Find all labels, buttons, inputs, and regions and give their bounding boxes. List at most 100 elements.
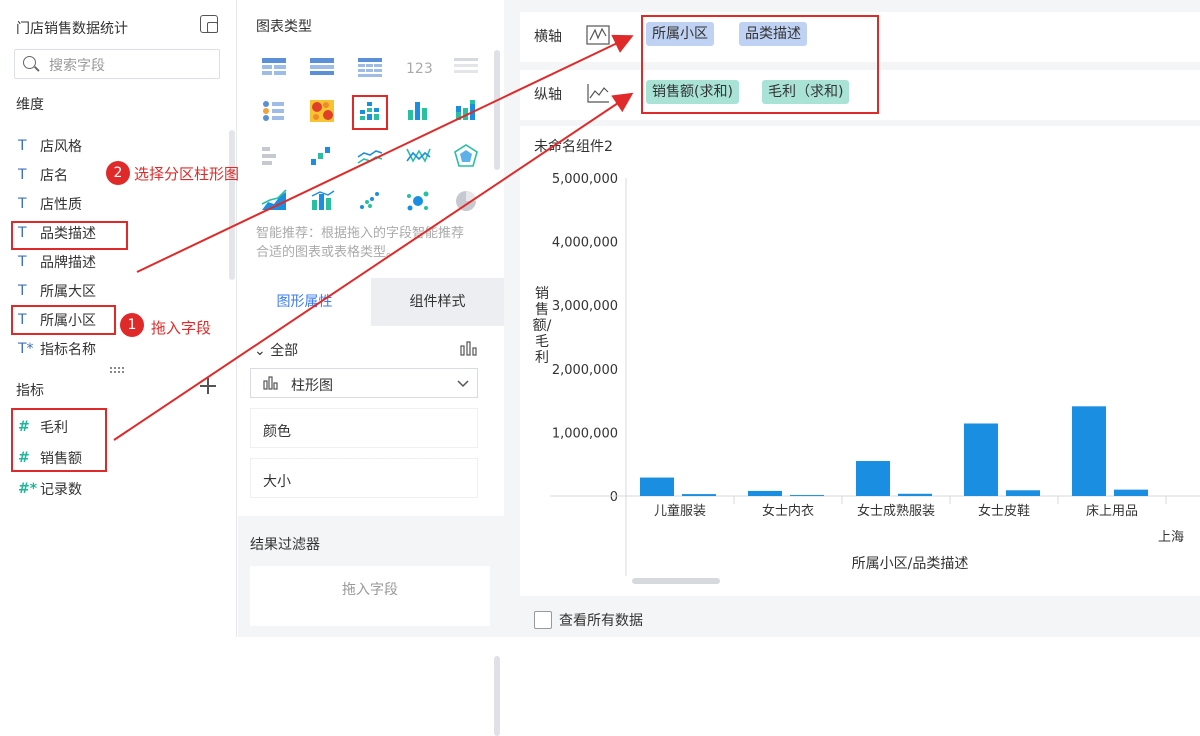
filter-drop-zone[interactable]: 拖入字段 xyxy=(250,566,490,626)
bar xyxy=(790,495,824,496)
grid-disabled-icon[interactable] xyxy=(452,54,480,80)
svg-text:123: 123 xyxy=(406,61,432,77)
x-tick-label: 女士成熟服装 xyxy=(857,503,935,519)
canvas-panel: 横轴 所属小区 品类描述 纵轴 销售额(求和) 毛利（求和) 未命名组件2 销售… xyxy=(504,0,1200,637)
add-measure-icon[interactable] xyxy=(200,378,216,394)
chevron-down-icon xyxy=(457,380,469,388)
y-tick-label: 4,000,000 xyxy=(552,236,618,251)
highlight-subregion xyxy=(11,305,116,335)
bubble-chart-icon[interactable] xyxy=(404,188,432,214)
measure-section-label: 指标 xyxy=(16,383,44,399)
highlight-measures xyxy=(11,408,107,472)
measure-field-record-count[interactable]: #* 记录数 xyxy=(18,478,82,500)
show-all-checkbox[interactable] xyxy=(534,611,552,629)
scrollbar[interactable] xyxy=(494,50,500,170)
text-type-icon: T xyxy=(18,196,27,212)
list-kpi-icon[interactable] xyxy=(260,98,288,124)
table-icon[interactable] xyxy=(260,54,288,80)
x-axis-icon xyxy=(586,25,610,45)
search-input[interactable]: 搜索字段 xyxy=(14,49,220,79)
bar xyxy=(640,477,674,496)
bar xyxy=(748,490,782,496)
property-tabs: 图形属性 组件样式 xyxy=(238,278,504,326)
number-type-icon: #* xyxy=(18,481,38,497)
tab-graph-properties[interactable]: 图形属性 xyxy=(238,278,371,326)
x-tick-label: 女士内衣 xyxy=(762,503,814,519)
dimension-field-store-type[interactable]: T 店性质 xyxy=(18,193,82,215)
y-tick-label: 0 xyxy=(610,490,618,505)
dataset-title: 门店销售数据统计 xyxy=(16,21,128,37)
chevron-down-icon: ⌄ xyxy=(254,343,271,359)
dimension-field-store-style[interactable]: T 店风格 xyxy=(18,135,82,157)
bar-chart-icon xyxy=(263,376,278,390)
step-1-text: 拖入字段 xyxy=(151,319,212,337)
dimension-field-store-name[interactable]: T 店名 xyxy=(18,164,68,186)
text-type-icon: T xyxy=(18,138,27,154)
stacked-bar-chart-icon[interactable] xyxy=(452,98,480,124)
bar xyxy=(1114,489,1148,496)
pie-chart-icon[interactable] xyxy=(452,188,480,214)
x-tick-label: 儿童服装 xyxy=(654,503,706,519)
bar-chart: 0 1,000,000 2,000,000 3,000,000 4,000,000 5,0… xyxy=(550,172,1200,584)
chart-card: 未命名组件2 销售额/毛利 0 1,000,000 2,000,000 3,000,0… xyxy=(520,126,1200,596)
y-tick-label: 3,000,000 xyxy=(552,299,618,314)
y-tick-label: 1,000,000 xyxy=(552,426,618,441)
step-2-badge: 2 xyxy=(106,161,130,185)
group-label: 上海 xyxy=(1158,530,1184,545)
search-placeholder: 搜索字段 xyxy=(49,58,105,74)
bar-chart-icon[interactable] xyxy=(404,98,432,124)
multi-line-icon[interactable] xyxy=(404,143,432,169)
horizontal-bar-icon[interactable] xyxy=(260,143,288,169)
chart-title: 未命名组件2 xyxy=(534,139,613,155)
chart-kind-select[interactable]: 柱形图 xyxy=(250,368,478,398)
y-tick-label: 2,000,000 xyxy=(552,363,618,378)
x-axis-title: 所属小区/品类描述 xyxy=(852,556,969,572)
bar xyxy=(1072,406,1106,496)
detail-table-icon[interactable] xyxy=(356,54,384,80)
area-line-icon[interactable] xyxy=(260,188,288,214)
waterfall-icon[interactable] xyxy=(308,143,336,169)
bar xyxy=(1006,490,1040,496)
dimension-field-region[interactable]: T 所属大区 xyxy=(18,280,96,302)
search-icon xyxy=(23,56,36,69)
highlight-axis-fields xyxy=(641,15,879,114)
bar xyxy=(682,494,716,496)
text-type-icon: T xyxy=(18,167,27,183)
x-tick-label: 女士皮鞋 xyxy=(978,503,1030,519)
y-tick-label: 5,000,000 xyxy=(552,172,618,187)
switch-dataset-icon[interactable] xyxy=(200,15,218,33)
resize-handle[interactable] xyxy=(110,367,124,373)
x-tick-label: 床上用品 xyxy=(1086,504,1138,519)
horizontal-scrollbar xyxy=(632,578,720,584)
scrollbar[interactable] xyxy=(494,656,500,736)
chart-type-section: 图表类型 123 智能推荐：根据拖入的字段智能推荐合适的图表或表格类型。 xyxy=(238,0,504,278)
text-type-icon: T xyxy=(18,283,27,299)
color-property[interactable]: 颜色 xyxy=(250,408,478,448)
line-chart-icon[interactable] xyxy=(356,143,384,169)
y-axis-icon xyxy=(587,84,609,103)
property-area: ⌄ 全部 柱形图 颜色 大小 xyxy=(238,326,504,736)
x-axis-label: 横轴 xyxy=(534,29,562,45)
step-1-badge: 1 xyxy=(120,313,144,337)
cross-table-icon[interactable] xyxy=(308,54,336,80)
radar-chart-icon[interactable] xyxy=(452,143,480,169)
all-series-toggle[interactable]: ⌄ 全部 xyxy=(254,340,298,360)
smart-recommend-hint: 智能推荐：根据拖入的字段智能推荐合适的图表或表格类型。 xyxy=(256,226,465,260)
tab-component-style[interactable]: 组件样式 xyxy=(371,278,504,326)
dimension-field-brand[interactable]: T 品牌描述 xyxy=(18,251,96,273)
scatter-chart-icon[interactable] xyxy=(356,188,384,214)
highlight-category xyxy=(11,221,128,250)
text-type-icon: T* xyxy=(18,341,34,357)
size-property[interactable]: 大小 xyxy=(250,458,478,498)
bar xyxy=(898,493,932,496)
kpi-number-icon[interactable]: 123 xyxy=(404,54,432,80)
dimension-field-metric-name[interactable]: T* 指标名称 xyxy=(18,338,96,360)
result-filter-title: 结果过滤器 xyxy=(250,537,320,553)
show-all-label: 查看所有数据 xyxy=(559,613,643,629)
chart-kind-value: 柱形图 xyxy=(291,378,333,394)
heatmap-icon[interactable] xyxy=(308,98,336,124)
step-2-text: 选择分区柱形图 xyxy=(134,165,240,183)
bar-chart-icon[interactable] xyxy=(460,340,478,356)
scrollbar[interactable] xyxy=(229,130,235,280)
combo-chart-icon[interactable] xyxy=(308,188,336,214)
